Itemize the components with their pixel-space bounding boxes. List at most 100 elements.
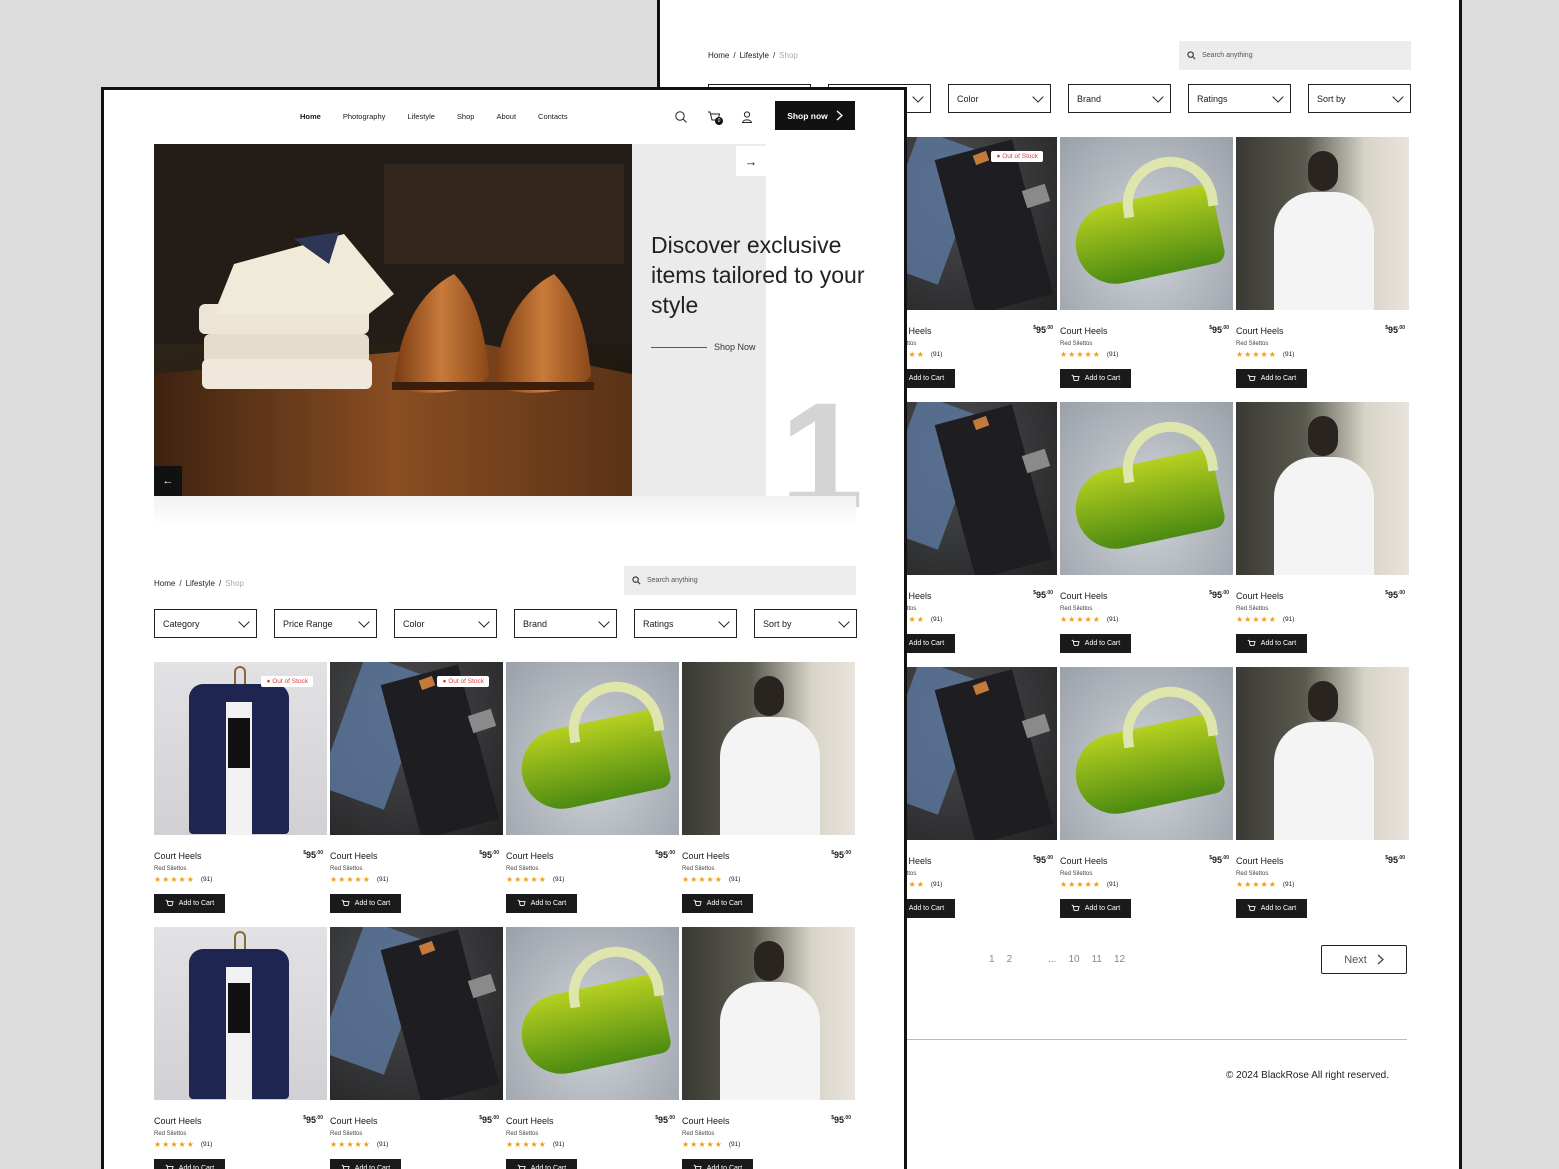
- product-image[interactable]: [1060, 667, 1233, 840]
- product-image[interactable]: [682, 927, 855, 1100]
- product-name[interactable]: Court Heels: [1060, 856, 1233, 866]
- product-card[interactable]: ● Out of Stock Court Heels $95.00 Red Si…: [154, 662, 327, 927]
- add-to-cart-button[interactable]: Add to Cart: [330, 1159, 401, 1169]
- shop-now-button[interactable]: Shop now: [775, 101, 855, 130]
- product-name[interactable]: Court Heels: [154, 851, 327, 861]
- product-image[interactable]: ● Out of Stock: [330, 662, 503, 835]
- product-image[interactable]: [506, 662, 679, 835]
- filter-sort-by[interactable]: Sort by: [754, 609, 857, 638]
- cart-button[interactable]: 0: [707, 110, 723, 125]
- product-name[interactable]: Court Heels: [506, 851, 679, 861]
- product-name[interactable]: Court Heels: [884, 326, 1057, 336]
- product-card[interactable]: Court Heels $95.00 Red Silettos ★★★★★(91…: [884, 402, 1057, 667]
- add-to-cart-button[interactable]: Add to Cart: [1236, 634, 1307, 653]
- filter-color[interactable]: Color: [948, 84, 1051, 113]
- product-image[interactable]: [1060, 137, 1233, 310]
- add-to-cart-button[interactable]: Add to Cart: [1236, 899, 1307, 918]
- nav-lifestyle[interactable]: Lifestyle: [407, 112, 435, 121]
- filter-category[interactable]: Category: [154, 609, 257, 638]
- product-card[interactable]: Court Heels $95.00 Red Silettos ★★★★★(91…: [154, 927, 327, 1169]
- search-input[interactable]: Search anything: [1179, 41, 1411, 70]
- product-card[interactable]: Court Heels $95.00 Red Silettos ★★★★★(91…: [1060, 137, 1233, 402]
- product-card[interactable]: Court Heels $95.00 Red Silettos ★★★★★(91…: [1060, 402, 1233, 667]
- next-button[interactable]: Next: [1321, 945, 1407, 974]
- next-slide-button[interactable]: →: [736, 146, 766, 176]
- add-to-cart-button[interactable]: Add to Cart: [682, 894, 753, 913]
- page-link[interactable]: 12: [1114, 954, 1125, 965]
- add-to-cart-button[interactable]: Add to Cart: [1060, 899, 1131, 918]
- filter-ratings[interactable]: Ratings: [1188, 84, 1291, 113]
- user-icon[interactable]: [740, 110, 754, 124]
- add-to-cart-button[interactable]: Add to Cart: [154, 894, 225, 913]
- hero-shop-now-link[interactable]: Shop Now: [651, 342, 756, 352]
- product-card[interactable]: Court Heels $95.00 Red Silettos ★★★★★(91…: [506, 662, 679, 927]
- product-name[interactable]: Court Heels: [884, 591, 1057, 601]
- nav-about[interactable]: About: [496, 112, 516, 121]
- product-name[interactable]: Court Heels: [330, 851, 503, 861]
- page-link[interactable]: 11: [1092, 954, 1102, 965]
- filter-color[interactable]: Color: [394, 609, 497, 638]
- product-card[interactable]: Court Heels $95.00 Red Silettos ★★★★★(91…: [884, 667, 1057, 932]
- breadcrumb-lifestyle[interactable]: Lifestyle: [740, 51, 769, 60]
- filter-brand[interactable]: Brand: [514, 609, 617, 638]
- product-card[interactable]: ● Out of Stock Court Heels $95.00 Red Si…: [884, 137, 1057, 402]
- add-to-cart-button[interactable]: Add to Cart: [506, 894, 577, 913]
- product-card[interactable]: Court Heels $95.00 Red Silettos ★★★★★(91…: [682, 662, 855, 927]
- product-name[interactable]: Court Heels: [682, 851, 855, 861]
- breadcrumb-home[interactable]: Home: [154, 579, 175, 588]
- product-image[interactable]: [1236, 137, 1409, 310]
- nav-photography[interactable]: Photography: [343, 112, 386, 121]
- search-input[interactable]: Search anything: [624, 566, 856, 595]
- product-image[interactable]: [506, 927, 679, 1100]
- product-name[interactable]: Court Heels: [1060, 326, 1233, 336]
- product-card[interactable]: ● Out of Stock Court Heels $95.00 Red Si…: [330, 662, 503, 927]
- filter-sort-by[interactable]: Sort by: [1308, 84, 1411, 113]
- product-card[interactable]: Court Heels $95.00 Red Silettos ★★★★★(91…: [1236, 667, 1409, 932]
- product-name[interactable]: Court Heels: [1236, 856, 1409, 866]
- breadcrumb-lifestyle[interactable]: Lifestyle: [186, 579, 215, 588]
- add-to-cart-button[interactable]: Add to Cart: [1060, 369, 1131, 388]
- product-card[interactable]: Court Heels $95.00 Red Silettos ★★★★★(91…: [330, 927, 503, 1169]
- add-to-cart-button[interactable]: Add to Cart: [506, 1159, 577, 1169]
- product-image[interactable]: [1236, 667, 1409, 840]
- breadcrumb-home[interactable]: Home: [708, 51, 729, 60]
- product-image[interactable]: [1060, 402, 1233, 575]
- product-image[interactable]: [884, 667, 1057, 840]
- filter-price-range[interactable]: Price Range: [274, 609, 377, 638]
- nav-shop[interactable]: Shop: [457, 112, 475, 121]
- filter-brand[interactable]: Brand: [1068, 84, 1171, 113]
- product-image[interactable]: ● Out of Stock: [884, 137, 1057, 310]
- page-link[interactable]: 1: [989, 954, 995, 965]
- product-image[interactable]: [1236, 402, 1409, 575]
- product-name[interactable]: Court Heels: [330, 1116, 503, 1126]
- product-name[interactable]: Court Heels: [154, 1116, 327, 1126]
- product-name[interactable]: Court Heels: [506, 1116, 679, 1126]
- nav-contacts[interactable]: Contacts: [538, 112, 568, 121]
- product-name[interactable]: Court Heels: [1236, 591, 1409, 601]
- product-name[interactable]: Court Heels: [884, 856, 1057, 866]
- add-to-cart-button[interactable]: Add to Cart: [1060, 634, 1131, 653]
- product-image[interactable]: [154, 927, 327, 1100]
- product-image[interactable]: ● Out of Stock: [154, 662, 327, 835]
- product-image[interactable]: [884, 402, 1057, 575]
- product-name[interactable]: Court Heels: [1236, 326, 1409, 336]
- product-card[interactable]: Court Heels $95.00 Red Silettos ★★★★★(91…: [506, 927, 679, 1169]
- page-link[interactable]: 2: [1007, 954, 1013, 965]
- add-to-cart-button[interactable]: Add to Cart: [682, 1159, 753, 1169]
- filter-ratings[interactable]: Ratings: [634, 609, 737, 638]
- search-icon[interactable]: [674, 110, 688, 124]
- product-name[interactable]: Court Heels: [682, 1116, 855, 1126]
- add-to-cart-button[interactable]: Add to Cart: [1236, 369, 1307, 388]
- prev-slide-button[interactable]: ←: [154, 466, 182, 496]
- product-card[interactable]: Court Heels $95.00 Red Silettos ★★★★★(91…: [1236, 402, 1409, 667]
- product-card[interactable]: Court Heels $95.00 Red Silettos ★★★★★(91…: [1236, 137, 1409, 402]
- product-image[interactable]: [330, 927, 503, 1100]
- add-to-cart-button[interactable]: Add to Cart: [154, 1159, 225, 1169]
- product-card[interactable]: Court Heels $95.00 Red Silettos ★★★★★(91…: [682, 927, 855, 1169]
- product-image[interactable]: [682, 662, 855, 835]
- product-name[interactable]: Court Heels: [1060, 591, 1233, 601]
- add-to-cart-button[interactable]: Add to Cart: [330, 894, 401, 913]
- nav-home[interactable]: Home: [300, 112, 321, 121]
- page-link[interactable]: 10: [1068, 954, 1079, 965]
- product-card[interactable]: Court Heels $95.00 Red Silettos ★★★★★(91…: [1060, 667, 1233, 932]
